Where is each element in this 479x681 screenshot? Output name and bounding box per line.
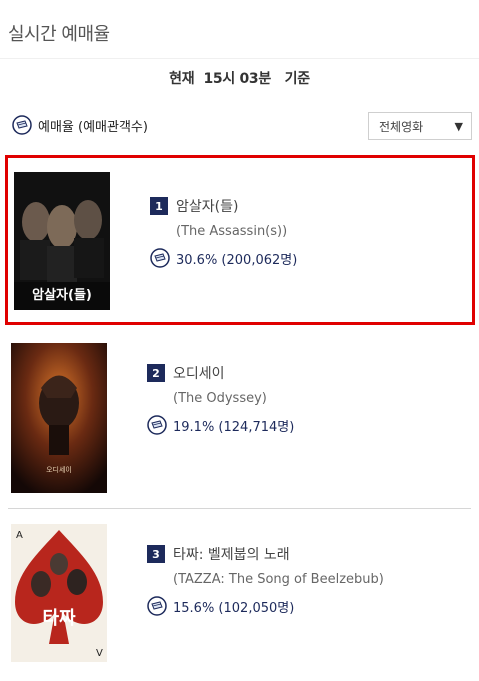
poster-title-text: 오디세이 [46, 466, 72, 474]
rank-badge: 3 [147, 545, 165, 563]
svg-text:A: A [16, 530, 23, 541]
movie-filter-select[interactable]: 전체영화 ▼ [368, 112, 472, 140]
booking-rate: 30.6% (200,062명) [176, 252, 298, 268]
movie-item-1[interactable]: 암살자(들) 1 암살자(들) (The Assassin(s)) 30.6% … [5, 155, 475, 325]
svg-text:V: V [96, 648, 103, 659]
ticket-icon [147, 596, 167, 616]
movie-poster[interactable]: 암살자(들) [14, 172, 110, 310]
ticket-icon [150, 248, 170, 268]
booking-rate: 19.1% (124,714명) [173, 419, 295, 435]
movie-title[interactable]: 타짜: 벨제붑의 노래 [173, 544, 290, 564]
booking-rate: 15.6% (102,050명) [173, 600, 295, 616]
movie-title[interactable]: 암살자(들) [176, 196, 238, 216]
rate-legend: 예매율 (예매관객수) [12, 115, 148, 135]
movie-english-title: (TAZZA: The Song of Beelzebub) [173, 572, 384, 587]
timestamp: 현재 15시 03분 기준 [169, 71, 310, 87]
rank-badge: 2 [147, 364, 165, 382]
movie-poster[interactable]: 오디세이 [11, 343, 107, 493]
dropdown-arrow-icon: ▼ [454, 119, 463, 133]
poster-art: A V [11, 524, 107, 662]
poster-title-text: 타짜 [42, 608, 76, 629]
poster-title-text: 암살자(들) [32, 288, 92, 303]
ticket-icon [147, 415, 167, 435]
movie-english-title: (The Assassin(s)) [176, 224, 288, 239]
movie-title[interactable]: 오디세이 [173, 363, 225, 383]
movie-poster[interactable]: A V 타짜 [11, 524, 107, 662]
movie-item-3[interactable]: A V 타짜 3 타짜: 벨제붑의 노래 (TAZZA: The Song of… [5, 508, 475, 678]
header-divider [0, 58, 479, 59]
page-title: 실시간 예매율 [8, 24, 110, 45]
ticket-icon [12, 115, 32, 135]
rank-badge: 1 [150, 197, 168, 215]
movie-item-2[interactable]: 오디세이 2 오디세이 (The Odyssey) 19.1% (124,714… [5, 333, 475, 503]
movie-english-title: (The Odyssey) [173, 391, 267, 406]
rate-legend-label: 예매율 (예매관객수) [38, 119, 148, 135]
filter-selected-value: 전체영화 [379, 119, 424, 134]
